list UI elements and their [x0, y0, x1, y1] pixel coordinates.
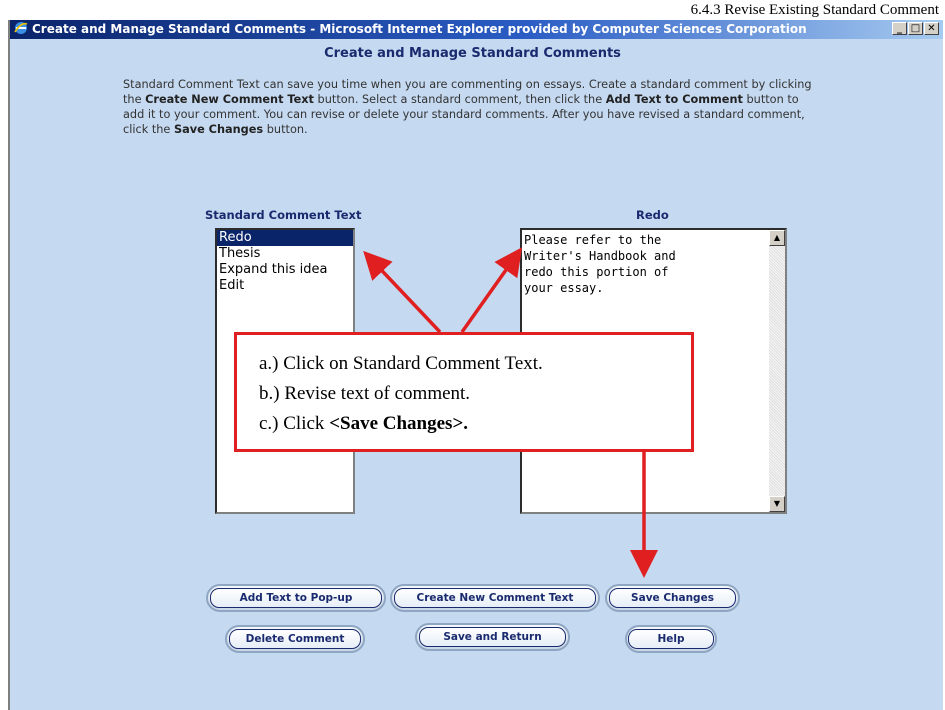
standard-comment-list-header: Standard Comment Text [205, 208, 362, 222]
button-label: Save and Return [419, 627, 566, 647]
minimize-button[interactable]: _ [892, 22, 907, 35]
create-new-comment-text-button[interactable]: Create New Comment Text [390, 584, 600, 612]
comment-text[interactable]: Please refer to the Writer's Handbook an… [524, 232, 752, 296]
callout-step-c-bold: <Save Changes>. [329, 413, 469, 434]
button-label: Delete Comment [229, 629, 361, 649]
button-label: Create New Comment Text [394, 588, 596, 608]
window-title: Create and Manage Standard Comments - Mi… [32, 22, 807, 36]
button-label: Add Text to Pop-up [210, 588, 382, 608]
intro-paragraph: Standard Comment Text can save you time … [123, 77, 813, 137]
save-changes-button[interactable]: Save Changes [605, 584, 740, 612]
callout-step-c-text: c.) Click [259, 413, 330, 434]
comment-text-line: Please refer to the [524, 233, 662, 247]
list-item[interactable]: Edit [217, 278, 353, 294]
intro-bold-save: Save Changes [173, 123, 264, 136]
comment-text-line: your essay. [524, 281, 604, 295]
intro-bold-create: Create New Comment Text [145, 93, 314, 106]
editor-header: Redo [636, 208, 669, 222]
intro-bold-add: Add Text to Comment [605, 93, 743, 106]
help-button[interactable]: Help [625, 625, 717, 653]
delete-comment-button[interactable]: Delete Comment [225, 625, 365, 653]
comment-text-line: Writer's Handbook and [524, 249, 676, 263]
list-item[interactable]: Expand this idea [217, 262, 353, 278]
document-section-header: 6.4.3 Revise Existing Standard Comment [690, 2, 939, 18]
intro-text: button. Select a standard comment, then … [313, 93, 606, 106]
button-label: Help [628, 629, 714, 649]
save-and-return-button[interactable]: Save and Return [415, 623, 570, 651]
intro-text: button. [263, 123, 308, 136]
close-button[interactable]: ✕ [924, 22, 939, 35]
title-bar[interactable]: Create and Manage Standard Comments - Mi… [10, 20, 943, 39]
vertical-scrollbar[interactable]: ▲ ▼ [769, 230, 785, 512]
scroll-down-arrow-icon[interactable]: ▼ [769, 496, 785, 512]
callout-step-b: b.) Revise text of comment. [259, 383, 471, 404]
scroll-up-arrow-icon[interactable]: ▲ [769, 230, 785, 246]
instruction-callout: a.) Click on Standard Comment Text. b.) … [234, 332, 694, 452]
button-label: Save Changes [609, 588, 736, 608]
maximize-button[interactable]: □ [908, 22, 923, 35]
add-text-to-popup-button[interactable]: Add Text to Pop-up [206, 584, 386, 612]
callout-step-a: a.) Click on Standard Comment Text. [259, 353, 543, 374]
callout-step-c: c.) Click <Save Changes>. [259, 409, 691, 439]
internet-explorer-icon [13, 20, 29, 36]
page-title: Create and Manage Standard Comments [324, 46, 621, 61]
list-item[interactable]: Redo [217, 230, 353, 246]
list-item[interactable]: Thesis [217, 246, 353, 262]
comment-text-line: redo this portion of [524, 265, 669, 279]
